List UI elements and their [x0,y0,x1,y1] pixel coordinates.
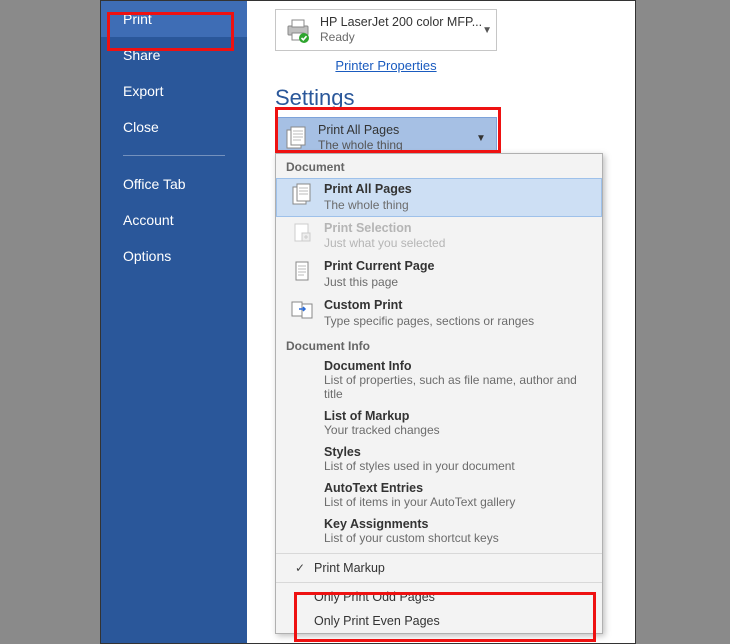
print-settings-pane: HP LaserJet 200 color MFP... Ready ▼ Pri… [247,1,635,643]
combo-sub: The whole thing [318,138,476,152]
sidebar-item-office-tab[interactable]: Office Tab [101,166,247,202]
printer-name: HP LaserJet 200 color MFP... [320,15,482,30]
menu-item-print-current-page[interactable]: Print Current Page Just this page [276,255,602,294]
printer-properties-link[interactable]: Printer Properties [335,58,436,73]
menu-separator [276,553,602,554]
mi-sub: List of items in your AutoText gallery [324,495,592,509]
sidebar-item-export[interactable]: Export [101,73,247,109]
mi-name: Print Selection [324,221,592,237]
single-page-icon [290,259,314,283]
sidebar-item-share[interactable]: Share [101,37,247,73]
group-header-document-info: Document Info [276,333,602,357]
combo-label: Print All Pages [318,123,476,138]
mi-name: List of Markup [324,409,592,423]
menu-item-only-print-even-pages[interactable]: Only Print Even Pages [276,609,602,633]
printer-icon [284,16,312,44]
menu-item-document-info[interactable]: Document Info List of properties, such a… [276,357,602,407]
mi-name: AutoText Entries [324,481,592,495]
check-label: Only Print Even Pages [314,614,440,628]
menu-item-print-markup[interactable]: ✓ Print Markup [276,556,602,580]
mi-sub: Your tracked changes [324,423,592,437]
mi-sub: Just this page [324,275,592,290]
combo-text: Print All Pages The whole thing [318,123,476,152]
settings-heading: Settings [275,85,635,111]
group-header-document: Document [276,154,602,178]
menu-item-autotext-entries[interactable]: AutoText Entries List of items in your A… [276,479,602,515]
mi-sub: List of your custom shortcut keys [324,531,592,545]
menu-item-only-print-odd-pages[interactable]: Only Print Odd Pages [276,585,602,609]
page-selection-icon [290,221,314,245]
app-window: Print Share Export Close Office Tab Acco… [100,0,636,644]
printer-properties-row: Printer Properties [275,57,497,75]
printer-status: Ready [320,30,482,44]
menu-item-styles[interactable]: Styles List of styles used in your docum… [276,443,602,479]
printer-text: HP LaserJet 200 color MFP... Ready [320,15,482,44]
mi-name: Document Info [324,359,592,373]
mi-sub: List of styles used in your document [324,459,592,473]
mi-sub: Type specific pages, sections or ranges [324,314,592,329]
menu-separator [276,582,602,583]
custom-pages-icon [290,298,314,322]
sidebar-item-close[interactable]: Close [101,109,247,145]
mi-name: Key Assignments [324,517,592,531]
menu-item-list-of-markup[interactable]: List of Markup Your tracked changes [276,407,602,443]
check-label: Only Print Odd Pages [314,590,435,604]
mi-name: Print Current Page [324,259,592,275]
mi-name: Styles [324,445,592,459]
menu-item-print-selection: Print Selection Just what you selected [276,217,602,256]
menu-item-print-all-pages[interactable]: Print All Pages The whole thing [276,178,602,217]
chevron-down-icon: ▼ [476,133,488,144]
printer-selector[interactable]: HP LaserJet 200 color MFP... Ready ▼ [275,9,497,51]
sidebar-item-account[interactable]: Account [101,202,247,238]
mi-name: Print All Pages [324,182,592,198]
mi-sub: Just what you selected [324,236,592,251]
pages-icon [284,125,310,151]
menu-item-key-assignments[interactable]: Key Assignments List of your custom shor… [276,515,602,551]
checkmark-icon: ✓ [286,561,314,575]
mi-name: Custom Print [324,298,592,314]
backstage-sidebar: Print Share Export Close Office Tab Acco… [101,1,247,643]
pages-icon [290,182,314,206]
mi-sub: The whole thing [324,198,592,213]
chevron-down-icon: ▼ [482,25,492,36]
sidebar-item-print[interactable]: Print [101,1,247,37]
print-what-dropdown: Document Print All Pages The whole thing… [275,153,603,634]
menu-item-custom-print[interactable]: Custom Print Type specific pages, sectio… [276,294,602,333]
mi-sub: List of properties, such as file name, a… [324,373,592,401]
sidebar-item-options[interactable]: Options [101,238,247,274]
check-label: Print Markup [314,561,385,575]
sidebar-separator [123,155,225,156]
